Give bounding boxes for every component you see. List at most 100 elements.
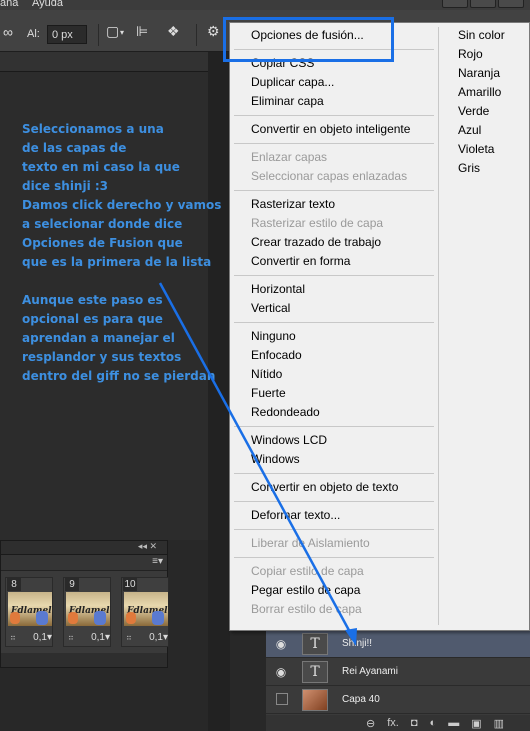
color-label-item[interactable]: Amarillo bbox=[458, 85, 501, 99]
color-label-item[interactable]: Sin color bbox=[458, 28, 505, 42]
annotation-highlight-box bbox=[223, 17, 394, 62]
menu-item[interactable]: Pegar estilo de capa bbox=[251, 583, 360, 597]
menu-item[interactable]: Windows bbox=[251, 452, 300, 466]
menu-item[interactable]: Eliminar capa bbox=[251, 94, 324, 108]
fx-icon[interactable]: fx. bbox=[387, 717, 399, 729]
tutorial-line: a selecionar donde dice bbox=[22, 217, 183, 231]
gear-icon[interactable]: ⚙ bbox=[207, 23, 220, 40]
frame-delay[interactable]: 0,1▾ bbox=[126, 632, 168, 643]
frame-delay[interactable]: 0,1▾ bbox=[10, 632, 52, 643]
menu-item[interactable]: Fuerte bbox=[251, 386, 286, 400]
menu-item[interactable]: Windows LCD bbox=[251, 433, 327, 447]
color-label-item[interactable]: Rojo bbox=[458, 47, 483, 61]
chevron-down-icon[interactable]: ▾ bbox=[120, 28, 124, 37]
link-icon[interactable]: ∞ bbox=[3, 24, 13, 40]
minimize-button[interactable] bbox=[442, 0, 468, 8]
layer-row[interactable]: ◉ T Rei Ayanami bbox=[266, 658, 530, 686]
layer-name: Rei Ayanami bbox=[342, 666, 398, 677]
menu-item[interactable]: Convertir en objeto inteligente bbox=[251, 122, 410, 136]
menu-separator bbox=[234, 190, 434, 191]
folder-icon[interactable]: ▬ bbox=[448, 717, 459, 729]
px-input[interactable] bbox=[47, 25, 87, 44]
menu-item[interactable]: Rasterizar texto bbox=[251, 197, 335, 211]
tutorial-line: opcional es para que bbox=[22, 312, 163, 326]
mask-icon[interactable]: ◘ bbox=[411, 717, 418, 729]
adjustment-icon[interactable]: ◐ bbox=[430, 717, 437, 729]
layers-footer: ⊖ fx. ◘ ◐ ▬ ▣ ▥ bbox=[266, 715, 530, 731]
thumb-figure bbox=[36, 611, 48, 625]
frame-number: 8 bbox=[7, 578, 21, 591]
thumb-figure bbox=[10, 612, 20, 624]
menu-separator bbox=[234, 143, 434, 144]
menu-item[interactable]: Convertir en forma bbox=[251, 254, 350, 268]
menu-separator bbox=[234, 529, 434, 530]
menu-separator bbox=[234, 426, 434, 427]
tutorial-text-2: Aunque este paso es opcional es para que… bbox=[22, 291, 215, 386]
tutorial-line: Opciones de Fusion que bbox=[22, 236, 183, 250]
align-icon[interactable]: ⊫ bbox=[136, 23, 148, 40]
tutorial-line: Seleccionamos a una bbox=[22, 122, 164, 136]
menu-item-help[interactable]: Ayuda bbox=[32, 0, 63, 9]
color-label-item[interactable]: Verde bbox=[458, 104, 489, 118]
menu-item: Copiar estilo de capa bbox=[251, 564, 364, 578]
menu-bar: ana Ayuda bbox=[0, 0, 530, 10]
menu-item[interactable]: Duplicar capa... bbox=[251, 75, 334, 89]
arrange-icon[interactable]: ❖ bbox=[167, 23, 180, 40]
timeline-scrollbar[interactable] bbox=[1, 653, 167, 667]
thumb-figure bbox=[94, 611, 106, 625]
eye-icon[interactable]: ◉ bbox=[272, 663, 290, 681]
color-label-item[interactable]: Violeta bbox=[458, 142, 494, 156]
tutorial-line: que es la primera de la lista bbox=[22, 255, 212, 269]
timeline-frame[interactable]: 9 Fdlamel! ⠶ 0,1▾ bbox=[63, 577, 111, 647]
menu-item[interactable]: Crear trazado de trabajo bbox=[251, 235, 381, 249]
color-label-item[interactable]: Naranja bbox=[458, 66, 500, 80]
tutorial-line: de las capas de bbox=[22, 141, 127, 155]
collapse-icon[interactable]: ◂◂ ✕ bbox=[138, 541, 157, 552]
menu-separator bbox=[234, 557, 434, 558]
menu-item: Rasterizar estilo de capa bbox=[251, 216, 384, 230]
menu-item[interactable]: Nítido bbox=[251, 367, 282, 381]
layer-context-menu: Opciones de fusión... Copiar CSS Duplicar … bbox=[229, 22, 530, 631]
menu-item: Liberar de Aislamiento bbox=[251, 536, 370, 550]
menu-item[interactable]: Enfocado bbox=[251, 348, 302, 362]
color-label-item[interactable]: Azul bbox=[458, 123, 481, 137]
frame-number: 9 bbox=[65, 578, 79, 591]
new-layer-icon[interactable]: ▣ bbox=[471, 717, 481, 730]
trash-icon[interactable]: ▥ bbox=[494, 717, 504, 730]
timeline-subheader: ≡▾ bbox=[1, 555, 167, 571]
menu-separator bbox=[234, 501, 434, 502]
menu-separator bbox=[234, 322, 434, 323]
tutorial-text-1: Seleccionamos a una de las capas de text… bbox=[22, 120, 221, 272]
tutorial-line: Aunque este paso es bbox=[22, 293, 163, 307]
menu-separator bbox=[234, 115, 434, 116]
window-controls bbox=[442, 0, 524, 8]
menu-item: Borrar estilo de capa bbox=[251, 602, 362, 616]
menu-item[interactable]: Vertical bbox=[251, 301, 290, 315]
layer-row[interactable]: Capa 40 bbox=[266, 686, 530, 714]
link-layers-icon[interactable]: ⊖ bbox=[366, 717, 375, 730]
color-label-item[interactable]: Gris bbox=[458, 161, 480, 175]
close-button[interactable] bbox=[498, 0, 524, 8]
timeline-frame[interactable]: 10 Fdlamel! ⠶ 0,1▾ bbox=[121, 577, 169, 647]
menu-item[interactable]: Horizontal bbox=[251, 282, 305, 296]
menu-item[interactable]: Redondeado bbox=[251, 405, 320, 419]
layer-row[interactable]: ◉ T Shinji!! bbox=[266, 630, 530, 658]
maximize-button[interactable] bbox=[470, 0, 496, 8]
eye-icon[interactable]: ◉ bbox=[272, 635, 290, 653]
frame-delay[interactable]: 0,1▾ bbox=[68, 632, 110, 643]
menu-item[interactable]: Deformar texto... bbox=[251, 508, 340, 522]
panel-menu-icon[interactable]: ≡▾ bbox=[152, 556, 163, 567]
stroke-icon[interactable]: ▢ bbox=[106, 23, 119, 40]
divider bbox=[196, 24, 197, 46]
menu-item[interactable]: Convertir en objeto de texto bbox=[251, 480, 398, 494]
menu-item-window[interactable]: ana bbox=[0, 0, 18, 9]
menu-item: Enlazar capas bbox=[251, 150, 328, 164]
frame-thumbnail: Fdlamel! bbox=[8, 592, 52, 626]
layer-thumbnail bbox=[302, 689, 328, 711]
menu-item: Seleccionar capas enlazadas bbox=[251, 169, 408, 183]
layer-name: Capa 40 bbox=[342, 694, 380, 705]
menu-item[interactable]: Ninguno bbox=[251, 329, 296, 343]
timeline-frame[interactable]: 8 Fdlamel! ⠶ 0,1▾ bbox=[5, 577, 53, 647]
divider bbox=[98, 24, 99, 46]
visibility-box[interactable] bbox=[276, 693, 288, 705]
